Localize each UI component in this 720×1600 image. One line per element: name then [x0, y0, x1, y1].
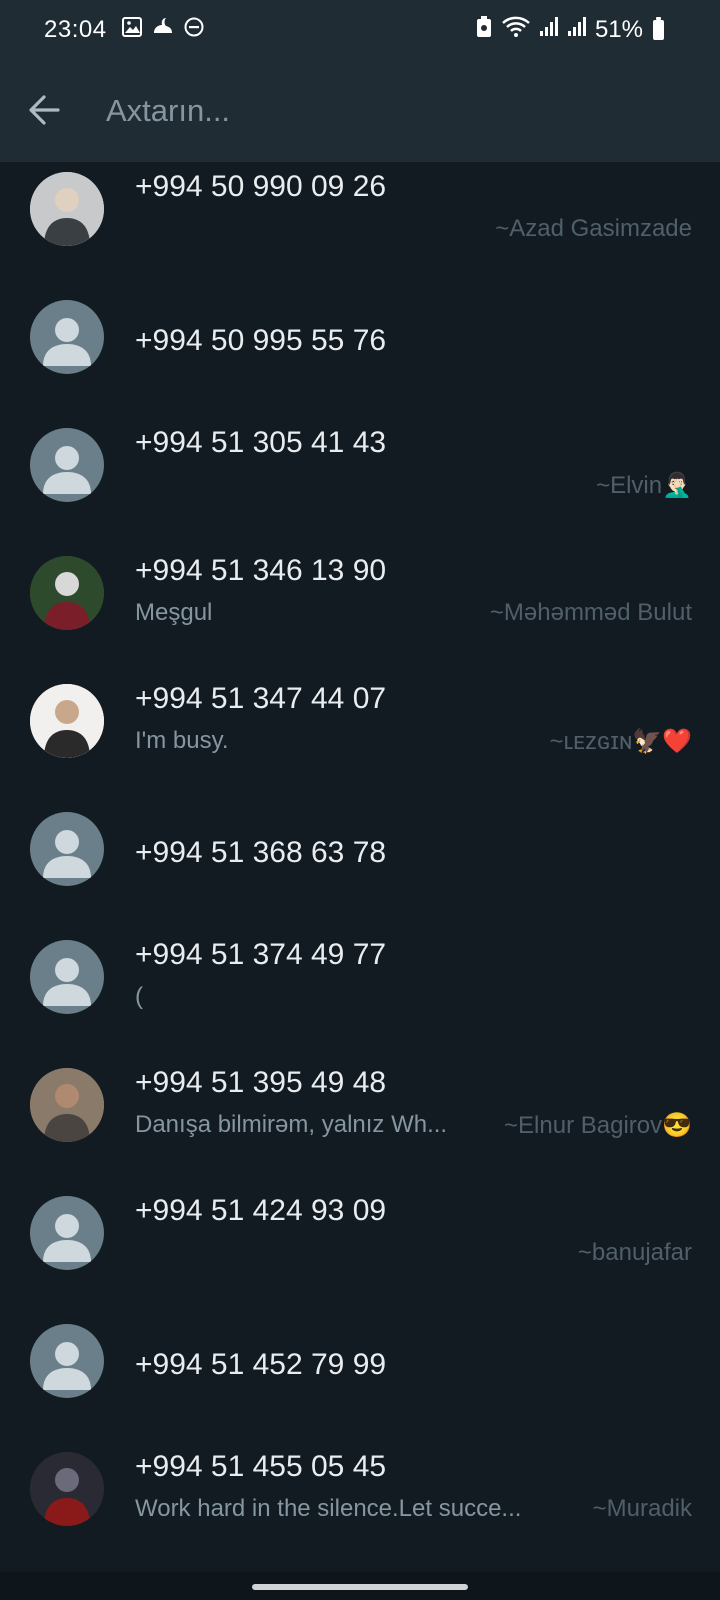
contact-phone: +994 51 347 44 07 — [135, 682, 387, 715]
contact-phone: +994 51 395 49 48 — [135, 1066, 387, 1099]
contact-pushname: ~banujafar — [577, 1239, 692, 1266]
contact-row[interactable]: +994 51 347 44 07 I'm busy. ~ʟᴇᴢɢɪɴ🦅❤️ — [0, 674, 720, 802]
back-button[interactable] — [26, 92, 62, 128]
contact-row[interactable]: +994 51 452 79 99 — [0, 1314, 720, 1442]
contact-about: I'm busy. — [135, 727, 229, 754]
contact-phone: +994 51 424 93 09 — [135, 1194, 387, 1227]
battery-percent: 51% — [594, 15, 643, 43]
avatar[interactable] — [30, 812, 104, 886]
contact-phone: +994 50 990 09 26 — [135, 170, 387, 203]
avatar[interactable] — [30, 1324, 104, 1398]
status-bar: 23:04 51% — [0, 0, 720, 58]
avatar[interactable] — [30, 940, 104, 1014]
battery-saver-icon — [475, 15, 493, 44]
contact-row[interactable]: +994 50 995 55 76 — [0, 290, 720, 418]
contact-pushname: ~Məhəmməd Bulut — [489, 599, 692, 626]
arrow-left-icon — [29, 95, 60, 125]
contact-row[interactable]: +994 50 990 09 26 ~Azad Gasimzade — [0, 162, 720, 290]
contact-row[interactable]: +994 51 346 13 90 Meşgul ~Məhəmməd Bulut — [0, 546, 720, 674]
avatar[interactable] — [30, 300, 104, 374]
contact-phone: +994 51 368 63 78 — [135, 836, 387, 869]
contact-row[interactable]: +994 51 305 41 43 ~Elvin🤦🏻‍♂️ — [0, 418, 720, 546]
contact-phone: +994 50 995 55 76 — [135, 324, 387, 357]
avatar[interactable] — [30, 172, 104, 246]
contact-phone: +994 51 346 13 90 — [135, 554, 387, 587]
do-not-disturb-icon — [183, 16, 205, 43]
contact-phone: +994 51 452 79 99 — [135, 1348, 387, 1381]
avatar[interactable] — [30, 1068, 104, 1142]
contact-row[interactable]: +994 51 424 93 09 ~banujafar — [0, 1186, 720, 1314]
contact-phone: +994 51 305 41 43 — [135, 426, 387, 459]
contact-pushname: ~Elvin🤦🏻‍♂️ — [596, 472, 692, 499]
contact-about: Work hard in the silence.Let succe... — [135, 1495, 522, 1522]
contact-about: ( — [135, 983, 143, 1010]
contact-row[interactable]: +994 51 455 05 45 Work hard in the silenc… — [0, 1442, 720, 1570]
search-header — [0, 58, 720, 162]
avatar[interactable] — [30, 684, 104, 758]
search-input[interactable] — [104, 86, 668, 136]
battery-icon — [653, 16, 664, 40]
gallery-icon — [121, 16, 143, 43]
contact-phone: +994 51 455 05 45 — [135, 1450, 387, 1483]
contact-pushname: ~ʟᴇᴢɢɪɴ🦅❤️ — [549, 728, 692, 755]
contact-row[interactable]: +994 51 395 49 48 Danışa bilmirəm, yalnız… — [0, 1058, 720, 1186]
contact-pushname: ~Azad Gasimzade — [495, 215, 692, 242]
signal-icon-2 — [567, 16, 587, 43]
contact-about: Danışa bilmirəm, yalnız Wh... — [135, 1111, 448, 1138]
contact-about: Meşgul — [135, 599, 213, 626]
signal-icon-1 — [539, 16, 559, 43]
contact-phone: +994 51 374 49 77 — [135, 938, 387, 971]
avatar[interactable] — [30, 428, 104, 502]
contact-pushname: ~Elnur Bagirov😎 — [504, 1112, 692, 1139]
status-time: 23:04 — [44, 16, 107, 43]
avatar[interactable] — [30, 1196, 104, 1270]
avatar[interactable] — [30, 1452, 104, 1526]
contact-row[interactable]: +994 51 374 49 77 ( — [0, 930, 720, 1058]
contact-row[interactable]: +994 51 368 63 78 — [0, 802, 720, 930]
contact-pushname: ~Muradik — [592, 1495, 692, 1522]
wifi-icon — [501, 15, 531, 44]
sleep-mode-icon — [151, 16, 175, 43]
avatar[interactable] — [30, 556, 104, 630]
gesture-handle[interactable] — [252, 1584, 468, 1590]
